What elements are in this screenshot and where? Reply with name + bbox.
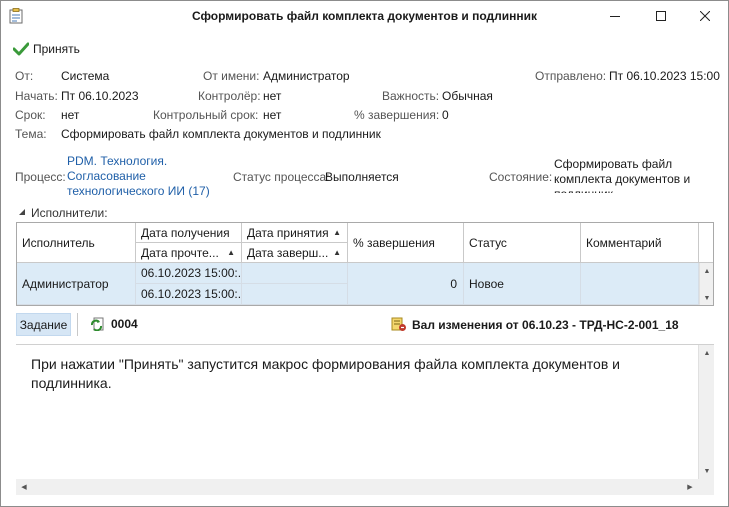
process-link[interactable]: PDM. Технология. Согласование технологич…	[67, 154, 210, 199]
scroll-down-icon[interactable]: ▼	[699, 290, 715, 306]
document-refresh-icon	[91, 317, 104, 331]
minimize-button[interactable]	[592, 1, 638, 31]
completion-label: % завершения:	[354, 108, 440, 122]
sent-value: Пт 06.10.2023 15:00	[609, 69, 720, 83]
tab-task[interactable]: Задание	[16, 313, 71, 336]
dialog-window: Сформировать файл комплекта документов и…	[0, 0, 729, 507]
on-behalf-label: От имени:	[203, 69, 260, 83]
text-vertical-scrollbar[interactable]: ▲ ▼	[698, 345, 714, 479]
scroll-right-icon[interactable]: ▶	[682, 479, 698, 495]
state-value: Сформировать файл комплекта документов и…	[554, 157, 691, 193]
col-header-executor[interactable]: Исполнитель	[17, 223, 136, 263]
scroll-left-icon[interactable]: ◀	[16, 479, 32, 495]
document-number: 0004	[111, 317, 138, 331]
start-label: Начать:	[15, 89, 58, 103]
table-cell-status[interactable]: Новое	[464, 263, 581, 305]
process-status-value: Выполняется	[325, 170, 399, 184]
col-header-filler	[699, 223, 713, 263]
minimize-icon	[610, 16, 620, 17]
scroll-up-icon[interactable]: ▲	[699, 263, 715, 279]
table-row-executor[interactable]: Администратор	[17, 263, 136, 305]
maximize-icon	[656, 11, 666, 21]
document-change-icon	[391, 317, 406, 331]
table-cell-comment[interactable]	[581, 263, 699, 305]
control-deadline-value: нет	[263, 108, 282, 122]
col-header-comment[interactable]: Комментарий	[581, 223, 699, 263]
col-header-completion[interactable]: % завершения	[348, 223, 464, 263]
table-cell-read[interactable]: 06.10.2023 15:00:...	[136, 284, 242, 305]
process-link-line2: Согласование	[67, 169, 146, 183]
importance-value: Обычная	[442, 89, 493, 103]
toolbar-separator	[77, 313, 78, 336]
state-label: Состояние:	[489, 170, 553, 184]
accept-label: Принять	[33, 42, 80, 56]
grid-vertical-scrollbar[interactable]: ▲ ▼	[699, 263, 713, 305]
table-cell-finished[interactable]	[242, 284, 348, 305]
scrollbar-corner	[698, 479, 714, 495]
collapse-triangle-icon	[19, 209, 25, 215]
col-header-finished[interactable]: Дата заверш... ▲	[242, 243, 348, 263]
task-text: При нажатии "Принять" запустится макрос …	[31, 356, 620, 391]
process-link-line1: PDM. Технология.	[67, 154, 168, 168]
sort-up-icon: ▲	[227, 248, 235, 257]
on-behalf-value: Администратор	[263, 69, 350, 83]
col-header-accepted[interactable]: Дата принятия ▲	[242, 223, 348, 243]
checkmark-icon	[13, 42, 29, 56]
text-horizontal-scrollbar[interactable]: ◀ ▶	[16, 479, 698, 495]
from-label: От:	[15, 69, 34, 83]
control-deadline-label: Контрольный срок:	[153, 108, 259, 122]
executors-section-label: Исполнители:	[31, 206, 108, 220]
document-reference: Вал изменения от 06.10.23 - ТРД-НС-2-001…	[412, 317, 679, 332]
accept-button[interactable]: Принять	[13, 42, 80, 56]
scroll-down-icon[interactable]: ▼	[699, 463, 715, 479]
controller-label: Контролёр:	[198, 89, 261, 103]
process-label: Процесс:	[15, 170, 66, 184]
col-header-read[interactable]: Дата прочте... ▲	[136, 243, 242, 263]
document-number-link[interactable]: 0004	[91, 317, 138, 331]
start-value: Пт 06.10.2023	[61, 89, 139, 103]
importance-label: Важность:	[382, 89, 440, 103]
table-cell-accepted[interactable]	[242, 263, 348, 284]
document-reference-link[interactable]: Вал изменения от 06.10.23 - ТРД-НС-2-001…	[391, 317, 679, 332]
close-button[interactable]	[682, 1, 728, 31]
sort-up-icon: ▲	[333, 248, 341, 257]
maximize-button[interactable]	[638, 1, 684, 31]
sort-up-icon: ▲	[333, 228, 341, 237]
col-header-status[interactable]: Статус	[464, 223, 581, 263]
subject-label: Тема:	[15, 127, 47, 141]
table-cell-received[interactable]: 06.10.2023 15:00:...	[136, 263, 242, 284]
deadline-label: Срок:	[15, 108, 46, 122]
col-header-received[interactable]: Дата получения	[136, 223, 242, 243]
executors-section-toggle[interactable]: Исполнители:	[19, 206, 108, 220]
sent-label: Отправлено:	[535, 69, 607, 83]
subject-value: Сформировать файл комплекта документов и…	[61, 127, 381, 141]
close-icon	[700, 11, 710, 21]
process-status-label: Статус процесса:	[233, 170, 330, 184]
from-value: Система	[61, 69, 110, 83]
title-bar[interactable]: Сформировать файл комплекта документов и…	[1, 1, 728, 31]
process-link-line3: технологического ИИ (17)	[67, 184, 210, 198]
deadline-value: нет	[61, 108, 80, 122]
table-cell-completion[interactable]: 0	[348, 263, 464, 305]
scroll-up-icon[interactable]: ▲	[699, 345, 715, 361]
task-text-area[interactable]: При нажатии "Принять" запустится макрос …	[16, 344, 714, 495]
completion-value: 0	[442, 108, 449, 122]
controller-value: нет	[263, 89, 282, 103]
executors-grid: Исполнитель Дата получения Дата принятия…	[16, 222, 714, 306]
